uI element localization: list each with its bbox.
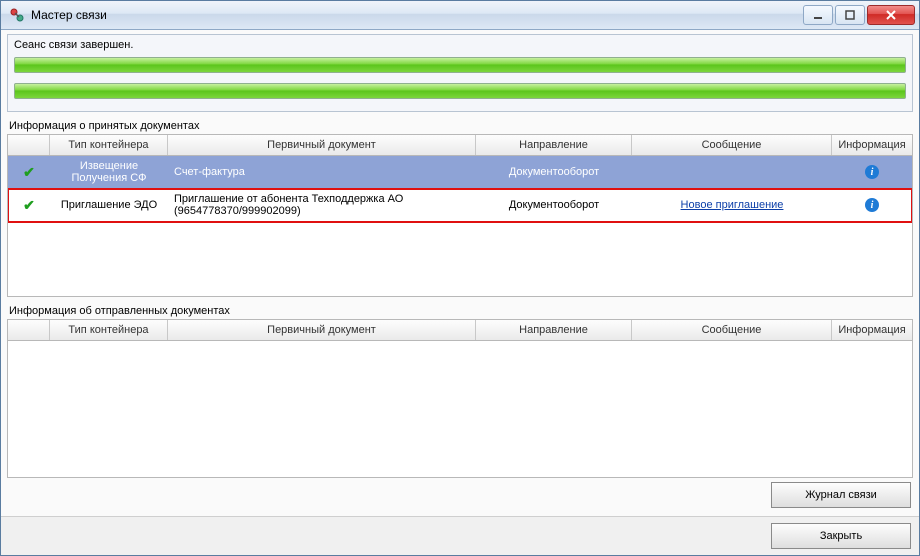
window-title: Мастер связи xyxy=(31,8,803,22)
cell-info[interactable]: i xyxy=(832,156,912,188)
table-row[interactable]: ✔ Приглашение ЭДОПриглашение от абонента … xyxy=(8,189,912,222)
body: Сеанс связи завершен. Информация о приня… xyxy=(1,30,919,516)
col-dir[interactable]: Направление xyxy=(476,135,632,155)
cell-msg[interactable]: Новое приглашение xyxy=(632,189,832,221)
col-status xyxy=(8,320,50,340)
cell-dir: Документооборот xyxy=(476,189,632,221)
cell-type: Приглашение ЭДО xyxy=(50,189,168,221)
cell-doc: Приглашение от абонента Техподдержка АО … xyxy=(168,189,476,221)
received-body: ✔ Извещение Получения СФСчет-фактураДокум… xyxy=(8,156,912,296)
app-window: Мастер связи Сеанс связи завершен. Инфор… xyxy=(0,0,920,556)
maximize-button[interactable] xyxy=(835,5,865,25)
col-type[interactable]: Тип контейнера xyxy=(50,320,168,340)
received-grid: Тип контейнера Первичный документ Направ… xyxy=(7,134,913,297)
col-dir[interactable]: Направление xyxy=(476,320,632,340)
progress-bar-1 xyxy=(14,57,906,73)
cell-dir: Документооборот xyxy=(476,156,632,188)
journal-row: Журнал связи xyxy=(7,478,913,510)
footer: Закрыть xyxy=(1,516,919,555)
col-status xyxy=(8,135,50,155)
check-icon: ✔ xyxy=(23,164,35,181)
received-header: Тип контейнера Первичный документ Направ… xyxy=(8,135,912,156)
sent-label: Информация об отправленных документах xyxy=(9,305,911,317)
sent-body xyxy=(8,341,912,477)
session-panel: Сеанс связи завершен. xyxy=(7,34,913,112)
session-status: Сеанс связи завершен. xyxy=(14,39,906,51)
sent-grid: Тип контейнера Первичный документ Направ… xyxy=(7,319,913,478)
app-icon xyxy=(9,7,25,23)
col-doc[interactable]: Первичный документ xyxy=(168,320,476,340)
progress-bar-2 xyxy=(14,83,906,99)
cell-doc: Счет-фактура xyxy=(168,156,476,188)
close-button[interactable]: Закрыть xyxy=(771,523,911,549)
col-doc[interactable]: Первичный документ xyxy=(168,135,476,155)
check-icon: ✔ xyxy=(23,197,35,214)
col-type[interactable]: Тип контейнера xyxy=(50,135,168,155)
col-info[interactable]: Информация xyxy=(832,320,912,340)
close-window-button[interactable] xyxy=(867,5,915,25)
cell-status: ✔ xyxy=(8,156,50,188)
received-label: Информация о принятых документах xyxy=(9,120,911,132)
col-msg[interactable]: Сообщение xyxy=(632,320,832,340)
cell-status: ✔ xyxy=(8,189,50,221)
message-link[interactable]: Новое приглашение xyxy=(681,199,784,211)
cell-info[interactable]: i xyxy=(832,189,912,221)
table-row[interactable]: ✔ Извещение Получения СФСчет-фактураДокум… xyxy=(8,156,912,189)
sent-header: Тип контейнера Первичный документ Направ… xyxy=(8,320,912,341)
col-msg[interactable]: Сообщение xyxy=(632,135,832,155)
journal-button[interactable]: Журнал связи xyxy=(771,482,911,508)
window-controls xyxy=(803,5,915,25)
cell-type: Извещение Получения СФ xyxy=(50,156,168,188)
cell-msg xyxy=(632,156,832,188)
info-icon[interactable]: i xyxy=(865,165,879,179)
col-info[interactable]: Информация xyxy=(832,135,912,155)
info-icon[interactable]: i xyxy=(865,198,879,212)
titlebar: Мастер связи xyxy=(1,1,919,30)
minimize-button[interactable] xyxy=(803,5,833,25)
